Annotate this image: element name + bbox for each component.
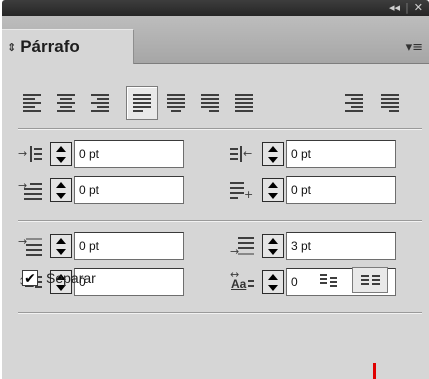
first-line-indent-icon: → xyxy=(18,180,42,200)
space-before-field: → xyxy=(16,232,184,260)
tab-row: ⇕ Párrafo ▾≡ xyxy=(2,16,429,64)
tab-arrows-icon[interactable]: ⇕ xyxy=(7,41,16,54)
left-indent-field: → xyxy=(16,140,184,168)
align-towards-spine-button[interactable] xyxy=(338,86,370,120)
tab-label: Párrafo xyxy=(20,37,80,56)
justify-last-center-button[interactable] xyxy=(160,86,192,120)
drop-cap-chars-icon: ↔ Aa xyxy=(230,269,254,292)
paragraph-panel: → ← → xyxy=(2,64,429,379)
space-after-stepper[interactable] xyxy=(262,234,284,258)
single-line-composer-button[interactable] xyxy=(310,267,346,293)
align-center-button[interactable] xyxy=(50,86,82,120)
hyphenate-checkbox[interactable]: ✔ xyxy=(22,270,38,286)
every-line-composer-button[interactable] xyxy=(352,267,388,293)
hyphenate-label: Separar xyxy=(46,270,96,286)
space-before-icon: → xyxy=(18,236,42,256)
first-line-indent-input[interactable] xyxy=(74,176,184,204)
last-line-indent-icon: + xyxy=(230,180,254,200)
first-line-indent-stepper[interactable] xyxy=(50,178,72,202)
drop-cap-chars-stepper[interactable] xyxy=(262,270,284,294)
alignment-row xyxy=(2,86,429,122)
last-line-indent-field: + xyxy=(228,176,396,204)
justify-last-right-button[interactable] xyxy=(194,86,226,120)
justify-last-left-button[interactable] xyxy=(126,86,158,120)
titlebar-buttons: ◂◂ | ✕ xyxy=(389,1,423,14)
left-indent-input[interactable] xyxy=(74,140,184,168)
left-indent-stepper[interactable] xyxy=(50,142,72,166)
left-indent-icon: → xyxy=(18,144,42,164)
last-line-indent-input[interactable] xyxy=(286,176,396,204)
align-right-icon xyxy=(91,94,109,112)
justify-last-left-icon xyxy=(133,94,151,112)
panel-titlebar[interactable]: ◂◂ | ✕ xyxy=(2,0,429,16)
titlebar-separator: | xyxy=(405,1,409,14)
divider-3 xyxy=(18,312,422,314)
justify-last-right-icon xyxy=(201,94,219,112)
justify-all-icon xyxy=(235,94,253,112)
cursor-marker xyxy=(373,363,376,379)
first-line-indent-field: → xyxy=(16,176,184,204)
divider-1 xyxy=(18,128,422,130)
align-left-icon xyxy=(23,94,41,112)
justify-last-center-icon xyxy=(167,94,185,112)
last-line-indent-stepper[interactable] xyxy=(262,178,284,202)
justify-all-button[interactable] xyxy=(228,86,260,120)
hyphenate-option[interactable]: ✔ Separar xyxy=(22,270,96,286)
align-away-from-spine-button[interactable] xyxy=(374,86,406,120)
align-away-from-spine-icon xyxy=(381,94,399,112)
align-center-icon xyxy=(57,94,75,112)
panel-menu-icon[interactable]: ▾≡ xyxy=(406,40,423,55)
right-indent-field: ← xyxy=(228,140,396,168)
space-before-input[interactable] xyxy=(74,232,184,260)
right-indent-icon: ← xyxy=(230,144,254,164)
align-left-button[interactable] xyxy=(16,86,48,120)
space-after-icon: → xyxy=(230,236,254,257)
space-after-input[interactable] xyxy=(286,232,396,260)
tab-parrafo[interactable]: ⇕ Párrafo xyxy=(2,29,134,64)
space-before-stepper[interactable] xyxy=(50,234,72,258)
divider-2 xyxy=(18,220,422,222)
right-indent-input[interactable] xyxy=(286,140,396,168)
collapse-icon[interactable]: ◂◂ xyxy=(389,1,400,14)
close-icon[interactable]: ✕ xyxy=(414,1,423,14)
right-indent-stepper[interactable] xyxy=(262,142,284,166)
align-towards-spine-icon xyxy=(345,94,363,112)
every-line-composer-icon xyxy=(360,275,380,285)
single-line-composer-icon xyxy=(319,273,337,287)
space-after-field: → xyxy=(228,232,396,260)
align-right-button[interactable] xyxy=(84,86,116,120)
